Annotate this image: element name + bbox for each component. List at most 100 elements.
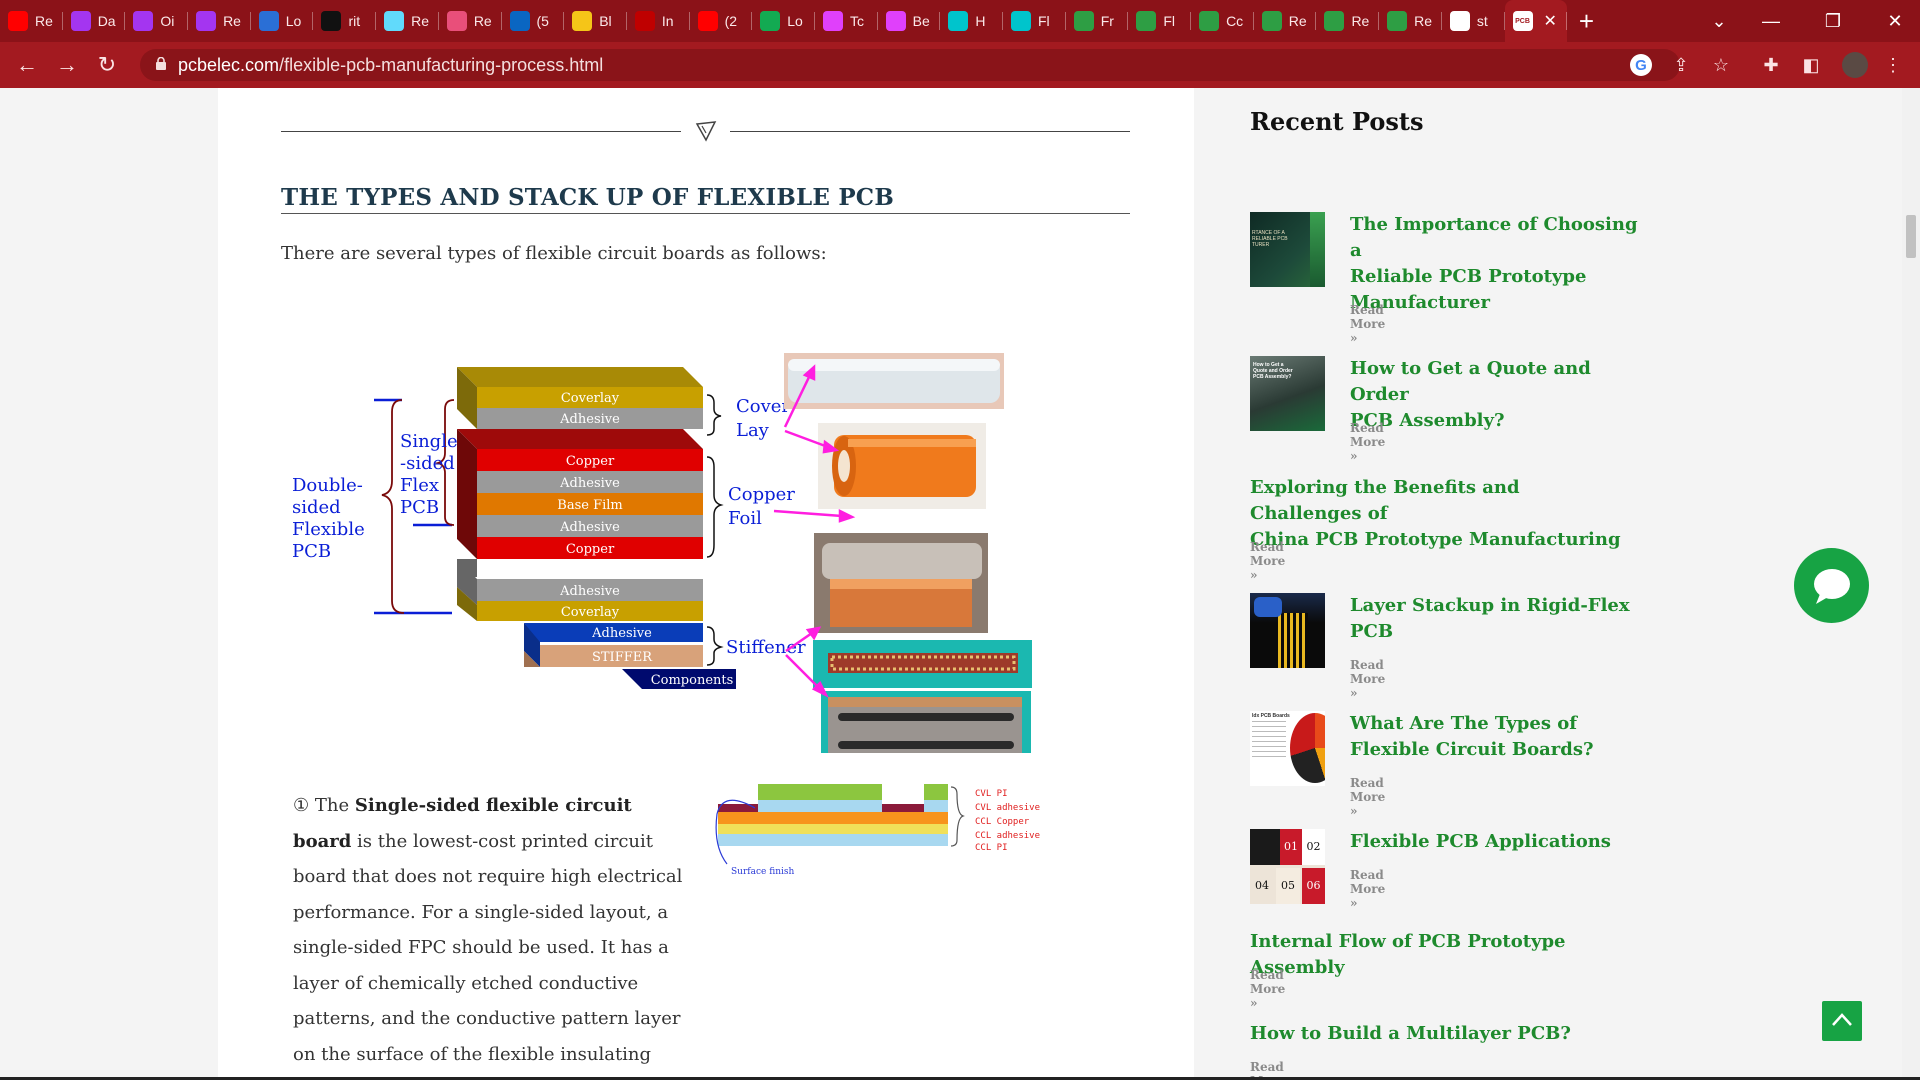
- read-more-link[interactable]: Read More »: [1350, 303, 1385, 345]
- tab-search-chevron-icon[interactable]: ⌄: [1696, 0, 1742, 42]
- post-title-line[interactable]: How to Build a Multilayer PCB?: [1250, 1021, 1640, 1047]
- scrollbar-thumb[interactable]: [1906, 215, 1916, 258]
- post-thumbnail[interactable]: [1250, 593, 1325, 668]
- sch-ccl-adhesive: [718, 824, 948, 834]
- post-thumbnail[interactable]: RTANCE OF A RELIABLE PCB TURER: [1250, 212, 1325, 287]
- copper-foil-brace: [706, 456, 724, 558]
- post-thumbnail[interactable]: 01 02 04 05 06: [1250, 829, 1325, 904]
- post-title-link[interactable]: The Importance of Choosing a Reliable PC…: [1350, 212, 1640, 316]
- browser-tab[interactable]: Cc: [1191, 0, 1254, 42]
- browser-tab[interactable]: Re: [376, 0, 439, 42]
- browser-tab[interactable]: Da: [63, 0, 126, 42]
- post-title-line[interactable]: The Importance of Choosing a: [1350, 212, 1640, 264]
- recent-posts-title: Recent Posts: [1250, 107, 1424, 136]
- post-title-link[interactable]: How to Build a Multilayer PCB?: [1250, 1021, 1640, 1047]
- browser-tab[interactable]: Fl: [1128, 0, 1191, 42]
- address-bar[interactable]: pcbelec.com/flexible-pcb-manufacturing-p…: [140, 49, 1680, 81]
- browser-tab-active[interactable]: PCB ✕: [1504, 0, 1567, 42]
- sch-cvl-adhesive-right: [924, 800, 948, 812]
- browser-tab[interactable]: Lo: [752, 0, 815, 42]
- browser-tab[interactable]: Re: [1316, 0, 1379, 42]
- browser-tab[interactable]: (2: [690, 0, 753, 42]
- tab-label: Oi: [160, 13, 175, 29]
- post-title-line[interactable]: PCB Assembly?: [1350, 408, 1640, 434]
- browser-tab[interactable]: Re: [1254, 0, 1317, 42]
- post-title-line[interactable]: Reliable PCB Prototype: [1350, 264, 1640, 290]
- browser-tab[interactable]: Oi: [125, 0, 188, 42]
- browser-tab[interactable]: Re: [1379, 0, 1442, 42]
- tab-label: Re: [1288, 13, 1307, 29]
- pcb-site-icon: PCB: [1512, 11, 1533, 31]
- reload-button[interactable]: ↻: [92, 50, 122, 80]
- menu-kebab-icon[interactable]: ⋮: [1882, 54, 1904, 76]
- page-scrollbar[interactable]: [1902, 88, 1920, 1080]
- layer-label-stiffener-adhesive: Adhesive: [591, 626, 652, 641]
- post-title-line[interactable]: How to Get a Quote and Order: [1350, 356, 1640, 408]
- read-more-link[interactable]: Read More »: [1350, 776, 1385, 818]
- side-panel-icon[interactable]: ◧: [1800, 54, 1822, 76]
- browser-tab[interactable]: Re: [188, 0, 251, 42]
- post-title-link[interactable]: What Are The Types of Flexible Circuit B…: [1350, 711, 1640, 763]
- browser-tab[interactable]: H: [940, 0, 1003, 42]
- post-title-link[interactable]: How to Get a Quote and Order PCB Assembl…: [1350, 356, 1640, 434]
- page-viewport: THE TYPES AND STACK UP OF FLEXIBLE PCB T…: [0, 88, 1920, 1080]
- cover-lay-line-1: Cover: [736, 396, 790, 417]
- post-title-line[interactable]: Flexible Circuit Boards?: [1350, 737, 1640, 763]
- udemy-icon: [196, 11, 217, 31]
- read-more-link[interactable]: Read More »: [1250, 968, 1285, 1010]
- scroll-to-top-button[interactable]: [1822, 1001, 1862, 1041]
- sch-cvl-pi-left: [758, 784, 882, 800]
- chat-widget-button[interactable]: [1794, 548, 1869, 623]
- read-more-link[interactable]: Read More »: [1250, 540, 1285, 582]
- browser-tab[interactable]: Re: [0, 0, 63, 42]
- back-button[interactable]: ←: [12, 50, 42, 80]
- read-more-link[interactable]: Read More »: [1350, 421, 1385, 463]
- post-title-link[interactable]: Layer Stackup in Rigid-Flex PCB: [1350, 593, 1640, 645]
- browser-tab[interactable]: Lo: [251, 0, 314, 42]
- restore-button[interactable]: ❐: [1810, 0, 1856, 42]
- browser-tab[interactable]: st: [1442, 0, 1505, 42]
- bookmark-star-icon[interactable]: ☆: [1710, 54, 1732, 76]
- minimize-button[interactable]: —: [1748, 0, 1794, 42]
- share-icon[interactable]: ⇪: [1670, 54, 1692, 76]
- browser-tab[interactable]: Fr: [1066, 0, 1129, 42]
- tab-label: Tc: [849, 13, 864, 29]
- google-icon[interactable]: G: [1630, 54, 1652, 76]
- forward-button[interactable]: →: [52, 50, 82, 80]
- browser-tab[interactable]: In: [627, 0, 690, 42]
- read-more-link[interactable]: Read More »: [1350, 868, 1385, 910]
- post-title-line[interactable]: Internal Flow of PCB Prototype Assembly: [1250, 929, 1640, 981]
- post-title-line[interactable]: PCB: [1350, 619, 1640, 645]
- tab-label: (2: [724, 13, 738, 29]
- browser-tab[interactable]: Be: [878, 0, 941, 42]
- read-more-link[interactable]: Read More »: [1350, 658, 1385, 700]
- post-thumbnail-text: RTANCE OF A RELIABLE PCB TURER: [1252, 230, 1288, 248]
- close-window-button[interactable]: ✕: [1872, 0, 1918, 42]
- profile-avatar[interactable]: [1842, 52, 1868, 78]
- close-tab-icon[interactable]: ✕: [1544, 11, 1557, 31]
- post-title-link[interactable]: Internal Flow of PCB Prototype Assembly: [1250, 929, 1640, 981]
- post-thumbnail[interactable]: Idx PCB Boards: [1250, 711, 1325, 786]
- browser-tab[interactable]: rit: [313, 0, 376, 42]
- post-thumbnail[interactable]: How to Get a Quote and Order PCB Assembl…: [1250, 356, 1325, 431]
- post-title-link[interactable]: Flexible PCB Applications: [1350, 829, 1640, 855]
- browser-tab[interactable]: Re: [439, 0, 502, 42]
- post-title-line[interactable]: What Are The Types of: [1350, 711, 1640, 737]
- circled-number-1: ①: [293, 795, 310, 816]
- extensions-puzzle-icon[interactable]: ✚: [1760, 54, 1782, 76]
- browser-tab[interactable]: (5: [502, 0, 565, 42]
- browser-tab[interactable]: Bl: [564, 0, 627, 42]
- browser-tab[interactable]: Tc: [815, 0, 878, 42]
- post-title-line[interactable]: Exploring the Benefits and Challenges of: [1250, 475, 1630, 527]
- sch-surface-finish-mid: [882, 804, 924, 812]
- tab-label: Re: [1414, 13, 1433, 29]
- new-tab-button[interactable]: +: [1567, 0, 1607, 42]
- post-title-line[interactable]: Manufacturer: [1350, 290, 1640, 316]
- browser-tab[interactable]: Fl: [1003, 0, 1066, 42]
- post-title-link[interactable]: Exploring the Benefits and Challenges of…: [1250, 475, 1630, 553]
- post-title-line[interactable]: Layer Stackup in Rigid-Flex: [1350, 593, 1640, 619]
- intro-text: There are several types of flexible circ…: [281, 243, 827, 264]
- post-title-line[interactable]: China PCB Prototype Manufacturing: [1250, 527, 1630, 553]
- post-title-line[interactable]: Flexible PCB Applications: [1350, 829, 1640, 855]
- tab-label: In: [661, 13, 674, 29]
